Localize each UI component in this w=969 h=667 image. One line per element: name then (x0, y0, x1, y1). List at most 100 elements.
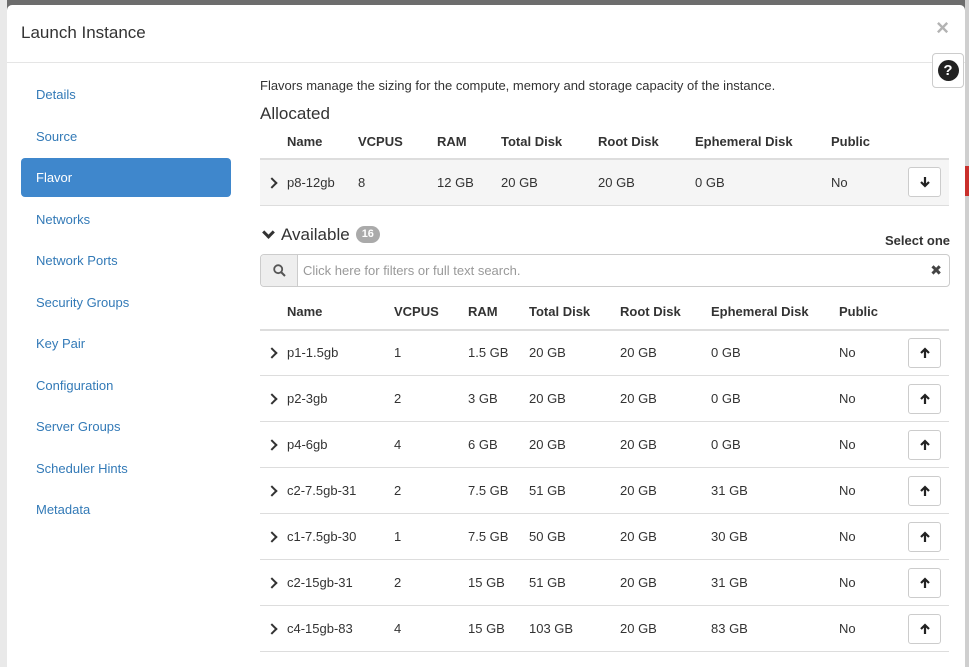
column-header[interactable]: RAM (468, 294, 529, 331)
ram-cell: 6 GB (468, 421, 529, 468)
total-disk-cell: 51 GB (529, 467, 620, 514)
chevron-right-icon[interactable] (265, 623, 278, 635)
modal-title: Launch Instance (21, 23, 146, 42)
vcpus-cell: 4 (394, 421, 468, 468)
flavor-name: c2-7.5gb-31 (287, 467, 394, 514)
arrow-up-icon (919, 438, 930, 450)
chevron-right-icon[interactable] (265, 439, 278, 451)
column-header[interactable]: Public (839, 294, 907, 331)
backdrop-accent (965, 166, 969, 196)
column-header[interactable]: Total Disk (501, 124, 598, 160)
available-toggle[interactable]: Available 16 (260, 225, 380, 245)
ram-cell: 15 GB (468, 559, 529, 606)
flavor-name: p2-3gb (287, 375, 394, 422)
table-row: c2-15gb-31 2 15 GB 51 GB 20 GB 31 GB No (260, 559, 949, 606)
chevron-down-icon (262, 225, 275, 239)
public-cell: No (839, 329, 907, 376)
column-header[interactable]: RAM (437, 124, 501, 160)
search-input[interactable] (298, 254, 949, 286)
nav-item-configuration[interactable]: Configuration (21, 366, 231, 405)
public-cell: No (839, 467, 907, 514)
help-button[interactable]: ? (932, 53, 964, 88)
column-header[interactable]: Name (287, 294, 394, 331)
nav-item-details[interactable]: Details (21, 75, 231, 114)
table-row: c2-7.5gb-31 2 7.5 GB 51 GB 20 GB 31 GB N… (260, 467, 949, 514)
table-row: p4-6gb 4 6 GB 20 GB 20 GB 0 GB No (260, 421, 949, 468)
flavor-panel: Flavors manage the sizing for the comput… (260, 63, 950, 652)
allocate-button[interactable] (908, 337, 941, 368)
chevron-right-icon[interactable] (265, 485, 278, 497)
vcpus-cell: 8 (358, 159, 437, 206)
allocate-button[interactable] (908, 567, 941, 598)
column-header[interactable]: VCPUS (358, 124, 437, 160)
chevron-right-icon[interactable] (265, 531, 278, 543)
total-disk-cell: 50 GB (529, 513, 620, 560)
chevron-right-icon[interactable] (265, 577, 278, 589)
close-icon[interactable]: × (936, 17, 949, 39)
vcpus-cell: 2 (394, 467, 468, 514)
chevron-right-icon[interactable] (265, 347, 278, 359)
public-cell: No (839, 421, 907, 468)
ephemeral-disk-cell: 31 GB (711, 467, 839, 514)
ephemeral-disk-cell: 83 GB (711, 605, 839, 652)
column-header[interactable]: VCPUS (394, 294, 468, 331)
root-disk-cell: 20 GB (620, 513, 711, 560)
column-header[interactable]: Ephemeral Disk (695, 124, 831, 160)
flavor-name: p8-12gb (287, 159, 358, 206)
modal-header: Launch Instance × (7, 5, 965, 63)
ram-cell: 3 GB (468, 375, 529, 422)
nav-item-server-groups[interactable]: Server Groups (21, 407, 231, 446)
public-cell: No (839, 375, 907, 422)
ephemeral-disk-cell: 0 GB (711, 329, 839, 376)
root-disk-cell: 20 GB (620, 421, 711, 468)
flavor-name: c4-15gb-83 (287, 605, 394, 652)
flavor-name: c2-15gb-31 (287, 559, 394, 606)
total-disk-cell: 20 GB (529, 329, 620, 376)
column-header[interactable]: Ephemeral Disk (711, 294, 839, 331)
total-disk-cell: 20 GB (529, 421, 620, 468)
column-header[interactable]: Root Disk (598, 124, 695, 160)
table-header-row: Name VCPUS RAM Total Disk Root Disk Ephe… (260, 124, 949, 160)
nav-item-metadata[interactable]: Metadata (21, 490, 231, 529)
flavor-name: p4-6gb (287, 421, 394, 468)
chevron-right-icon[interactable] (265, 393, 278, 405)
table-row: p1-1.5gb 1 1.5 GB 20 GB 20 GB 0 GB No (260, 329, 949, 376)
ephemeral-disk-cell: 0 GB (711, 375, 839, 422)
search-bar: ✖ (260, 253, 950, 287)
backdrop-right (965, 0, 969, 667)
nav-item-scheduler-hints[interactable]: Scheduler Hints (21, 449, 231, 488)
arrow-up-icon (919, 576, 930, 588)
column-header[interactable]: Name (287, 124, 358, 160)
column-header[interactable]: Total Disk (529, 294, 620, 331)
ephemeral-disk-cell: 30 GB (711, 513, 839, 560)
intro-text: Flavors manage the sizing for the comput… (260, 78, 776, 93)
nav-item-networks[interactable]: Networks (21, 200, 231, 239)
ephemeral-disk-cell: 31 GB (711, 559, 839, 606)
nav-item-network-ports[interactable]: Network Ports (21, 241, 231, 280)
vcpus-cell: 1 (394, 329, 468, 376)
root-disk-cell: 20 GB (620, 375, 711, 422)
count-badge: 16 (355, 226, 380, 243)
allocate-button[interactable] (908, 521, 941, 552)
nav-item-source[interactable]: Source (21, 117, 231, 156)
deallocate-button[interactable] (908, 167, 941, 198)
allocate-button[interactable] (908, 475, 941, 506)
arrow-up-icon (919, 347, 930, 358)
nav-item-flavor[interactable]: Flavor (21, 158, 231, 197)
allocated-table: Name VCPUS RAM Total Disk Root Disk Ephe… (260, 124, 949, 206)
available-title: Available (281, 224, 350, 244)
allocate-button[interactable] (908, 613, 941, 644)
chevron-right-icon[interactable] (265, 177, 278, 189)
ram-cell: 7.5 GB (468, 513, 529, 560)
total-disk-cell: 20 GB (501, 159, 598, 206)
arrow-up-icon (919, 392, 930, 404)
total-disk-cell: 103 GB (529, 605, 620, 652)
allocate-button[interactable] (908, 383, 941, 414)
available-table: Name VCPUS RAM Total Disk Root Disk Ephe… (260, 294, 949, 652)
clear-icon[interactable]: ✖ (930, 262, 942, 279)
column-header[interactable]: Public (831, 124, 904, 160)
nav-item-security-groups[interactable]: Security Groups (21, 283, 231, 322)
allocate-button[interactable] (908, 429, 941, 460)
nav-item-key-pair[interactable]: Key Pair (21, 324, 231, 363)
column-header[interactable]: Root Disk (620, 294, 711, 331)
